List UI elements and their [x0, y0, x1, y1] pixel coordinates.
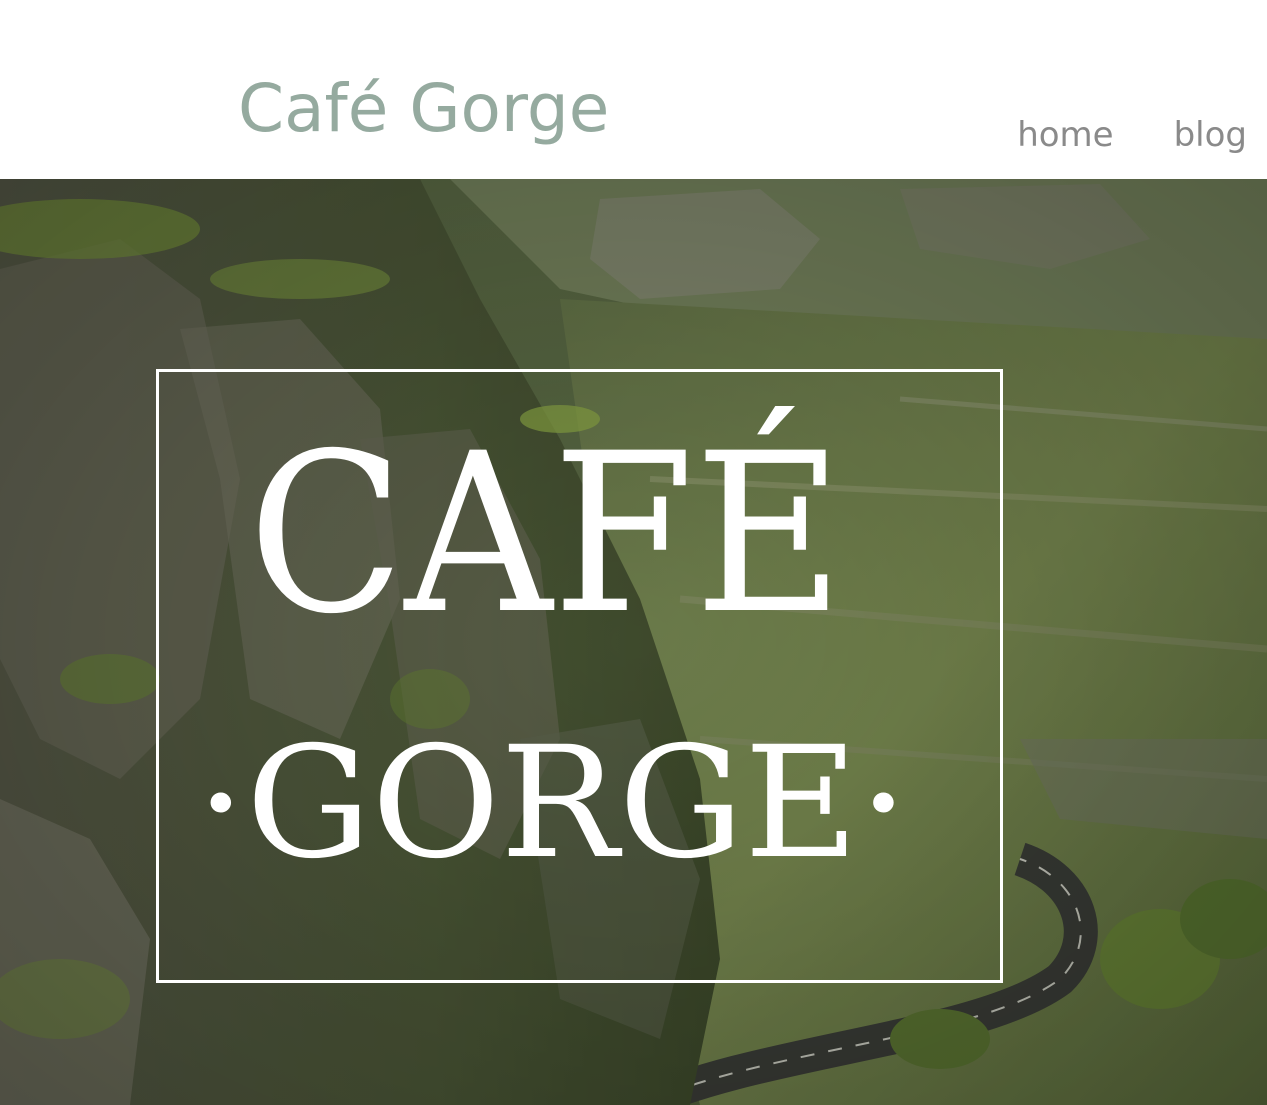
- page: Café Gorge home blog CAFÉ ·GORGE·: [0, 0, 1267, 1105]
- site-header: Café Gorge home blog: [0, 0, 1267, 179]
- site-title[interactable]: Café Gorge: [238, 76, 609, 142]
- nav-blog-link[interactable]: blog: [1174, 118, 1247, 152]
- hero-banner: CAFÉ ·GORGE·: [0, 179, 1267, 1105]
- main-nav: home blog: [1017, 118, 1247, 152]
- nav-home-link[interactable]: home: [1017, 118, 1113, 152]
- logo-text-cafe: CAFÉ: [248, 406, 844, 662]
- logo-text-gorge: ·GORGE·: [196, 714, 909, 893]
